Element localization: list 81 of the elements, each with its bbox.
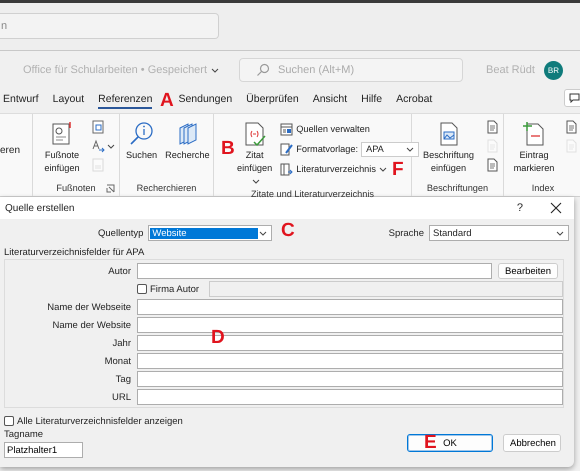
annotation-letter: F — [392, 160, 404, 179]
group-label: Beschriftungen — [426, 183, 488, 193]
ribbon-button[interactable]: Suchen — [124, 119, 160, 163]
input-field[interactable] — [137, 299, 563, 315]
annotation-letter: D — [211, 328, 225, 347]
ribbon-button[interactable] — [91, 139, 115, 153]
field-label: Name der Website — [52, 320, 131, 330]
close-icon — [550, 202, 562, 214]
ribbon-tab[interactable]: Entwurf — [3, 89, 39, 109]
window-list-icon — [280, 122, 294, 136]
annotation-letter: E — [424, 433, 437, 452]
checkbox-label: Firma Autor — [150, 284, 200, 294]
help-button[interactable]: ? — [516, 202, 523, 214]
ribbon-button[interactable]: Eintrag markieren — [508, 119, 560, 176]
language-dropdown[interactable]: Standard — [429, 225, 569, 241]
ribbon-tab[interactable]: Ansicht — [312, 89, 348, 109]
user-avatar[interactable]: BR — [544, 60, 563, 80]
ribbon-tab[interactable]: Sendungen — [178, 89, 232, 109]
style-dropdown[interactable]: APA — [361, 142, 420, 156]
ribbon-button[interactable]: Literaturverzeichnis — [280, 161, 387, 177]
text-arrow-icon — [91, 139, 105, 153]
user-name: Beat Rüdt — [486, 64, 535, 76]
field-label: Tag — [114, 374, 131, 384]
ribbon-tab[interactable]: Überprüfen — [246, 89, 299, 109]
section-heading: Literaturverzeichnisfelder für APA — [4, 247, 146, 259]
ribbon-tab[interactable]: Layout — [52, 89, 84, 109]
group-label: Index — [532, 183, 554, 193]
ribbon-tab[interactable]: Acrobat — [396, 89, 432, 109]
ribbon-button[interactable]: eren — [0, 145, 20, 156]
field-label: Quellentyp — [98, 228, 144, 238]
annotation-letter: B — [221, 139, 235, 158]
ribbon-button[interactable] — [485, 158, 499, 172]
input-field[interactable] — [137, 371, 563, 387]
field-label: URL — [110, 392, 131, 402]
checkbox[interactable] — [137, 284, 147, 294]
document-icon — [485, 139, 499, 153]
search-icon — [128, 121, 155, 147]
group-label: Zitate und Literaturverzeichnis — [250, 189, 374, 199]
document-icon — [91, 120, 105, 134]
group-label: Fußnoten — [56, 183, 96, 193]
document-icon — [564, 139, 578, 153]
document-icon — [485, 158, 499, 172]
group-label: Recherchieren — [136, 183, 196, 193]
dialog-title: Quelle erstellen — [5, 202, 76, 214]
ribbon-button[interactable]: Fußnote einfügen — [37, 119, 87, 176]
field-label: Sprache — [388, 228, 424, 238]
field-label: Jahr — [112, 338, 131, 348]
input-field[interactable] — [137, 263, 492, 279]
annotation-letter: C — [281, 221, 295, 240]
checkbox[interactable] — [4, 416, 14, 426]
input-field[interactable]: Platzhalter1 — [4, 442, 83, 458]
ribbon-button[interactable]: Recherche — [163, 119, 212, 163]
field-label: Monat — [104, 356, 131, 366]
chevron-down-icon — [259, 230, 268, 236]
brush-icon — [280, 142, 294, 156]
field-label: Name der Webseite — [46, 302, 131, 312]
cancel-button[interactable]: Abbrechen — [503, 434, 561, 452]
chevron-down-icon — [406, 146, 414, 152]
chevron-down-icon — [211, 68, 220, 72]
speech-bubble-icon — [569, 93, 580, 103]
style-label: Formatvorlage: — [296, 144, 358, 154]
document-icon — [91, 158, 105, 172]
input-field[interactable] — [137, 389, 563, 405]
source-type-dropdown[interactable]: Website — [148, 225, 272, 241]
ribbon-button[interactable]: Quellen verwalten — [280, 121, 370, 137]
field-label: Autor — [107, 266, 131, 276]
checkbox-label: Alle Literaturverzeichnisfelder anzeigen — [17, 416, 183, 426]
book-icon — [280, 162, 294, 176]
comments-button[interactable] — [564, 89, 580, 107]
edit-button[interactable]: Bearbeiten — [498, 263, 558, 279]
ribbon-button[interactable] — [564, 120, 578, 134]
annotation-letter: A — [160, 91, 174, 110]
ribbon-button[interactable] — [485, 120, 499, 134]
chevron-down-icon — [556, 230, 564, 236]
search-icon — [256, 63, 270, 77]
ribbon-button[interactable]: Zitat einfügen — [235, 119, 274, 189]
input-field[interactable] — [137, 353, 563, 369]
ribbon-tab[interactable]: Hilfe — [361, 89, 382, 109]
document-icon — [485, 120, 499, 134]
ribbon-tab[interactable]: Referenzen — [98, 89, 152, 109]
field-label: Tagname — [4, 429, 44, 440]
